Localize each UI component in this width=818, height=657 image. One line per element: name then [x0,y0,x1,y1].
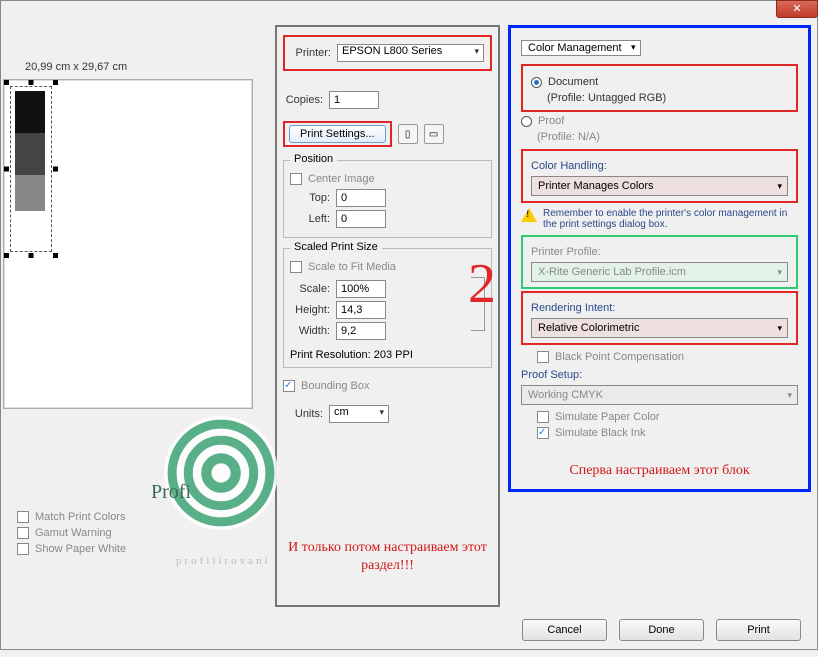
document-radio[interactable] [531,77,542,88]
annotation-right-text: Сперва настраиваем этот блок [521,463,798,479]
height-label: Height: [290,304,330,316]
units-select[interactable]: cm [329,405,389,423]
print-resolution: Print Resolution: 203 PPI [290,349,485,361]
proof-setup-select: Working CMYK [521,385,798,405]
annotation-mid-text: И только потом настраиваем этот раздел!!… [277,539,498,575]
annotation-number-2: 2 [468,252,496,316]
black-point-label: Black Point Compensation [555,351,684,363]
simulate-ink-checkbox [537,427,549,439]
proof-setup-label: Proof Setup: [521,369,798,381]
match-print-colors-checkbox[interactable] [17,511,29,523]
preview-page [10,86,52,252]
print-settings-button[interactable]: Print Settings... [289,125,386,143]
gamut-warning-label: Gamut Warning [35,527,112,539]
done-button[interactable]: Done [619,619,704,641]
print-dialog-window: ✕ 20,99 cm x 29,67 cm [0,0,818,650]
top-input[interactable] [336,189,386,207]
document-profile-label: (Profile: Untagged RGB) [547,92,788,104]
cancel-button[interactable]: Cancel [522,619,607,641]
copies-input[interactable] [329,91,379,109]
preview-handles [7,83,55,255]
top-label: Top: [290,192,330,204]
titlebar: ✕ [776,0,818,20]
rendering-intent-select[interactable]: Relative Colorimetric [531,318,788,338]
printer-profile-select: X-Rite Generic Lab Profile.icm [531,262,788,282]
color-handling-select[interactable]: Printer Manages Colors [531,176,788,196]
simulate-ink-label: Simulate Black Ink [555,427,645,439]
bounding-box-label: Bounding Box [301,380,370,392]
color-management-column: Color Management Document (Profile: Unta… [508,25,811,607]
black-point-checkbox [537,351,549,363]
show-paper-white-checkbox[interactable] [17,543,29,555]
preview-canvas[interactable] [3,79,253,409]
left-input[interactable] [336,210,386,228]
center-image-label: Center Image [308,173,375,185]
proof-radio[interactable] [521,116,532,127]
page-dimensions: 20,99 cm x 29,67 cm [25,61,267,73]
printer-label: Printer: [291,47,331,59]
units-label: Units: [283,408,323,420]
bounding-box-checkbox[interactable] [283,380,295,392]
printer-highlight: Printer: EPSON L800 Series [283,35,492,71]
scale-input[interactable] [336,280,386,298]
button-bar: Cancel Done Print [522,619,801,641]
portrait-icon[interactable]: ▯ [398,124,418,144]
copies-label: Copies: [283,94,323,106]
scale-label: Scale: [290,283,330,295]
scaled-size-fieldset: Scaled Print Size Scale to Fit Media Sca… [283,248,492,368]
color-management-select[interactable]: Color Management [521,40,641,56]
proof-profile-label: (Profile: N/A) [537,131,798,143]
printer-select[interactable]: EPSON L800 Series [337,44,484,62]
match-print-colors-label: Match Print Colors [35,511,125,523]
simulate-paper-label: Simulate Paper Color [555,411,660,423]
color-warning-text: Remember to enable the printer's color m… [543,208,798,230]
preview-column: 20,99 cm x 29,67 cm [7,25,267,607]
color-handling-label: Color Handling: [531,160,788,172]
scaled-legend: Scaled Print Size [290,241,382,253]
color-management-highlight: Color Management Document (Profile: Unta… [508,25,811,492]
warning-icon [521,208,537,222]
show-paper-white-label: Show Paper White [35,543,126,555]
print-button[interactable]: Print [716,619,801,641]
rendering-intent-highlight: Rendering Intent: Relative Colorimetric [521,291,798,345]
proof-radio-label: Proof [538,115,564,127]
printer-profile-highlight: Printer Profile: X-Rite Generic Lab Prof… [521,235,798,289]
gamut-warning-checkbox[interactable] [17,527,29,539]
height-input[interactable] [336,301,386,319]
left-label: Left: [290,213,330,225]
document-radio-label: Document [548,76,598,88]
width-input[interactable] [336,322,386,340]
close-button[interactable]: ✕ [776,0,818,18]
document-radio-highlight: Document (Profile: Untagged RGB) [521,64,798,112]
color-handling-highlight: Color Handling: Printer Manages Colors [521,149,798,203]
simulate-paper-checkbox [537,411,549,423]
scale-to-fit-checkbox[interactable] [290,261,302,273]
scale-to-fit-label: Scale to Fit Media [308,261,396,273]
preview-options: Match Print Colors Gamut Warning Show Pa… [17,507,126,559]
position-fieldset: Position Center Image Top: Left: [283,160,492,238]
width-label: Width: [290,325,330,337]
rendering-intent-label: Rendering Intent: [531,302,788,314]
printer-profile-label: Printer Profile: [531,246,788,258]
position-legend: Position [290,153,337,165]
landscape-icon[interactable]: ▭ [424,124,444,144]
main-content: 20,99 cm x 29,67 cm [7,25,811,607]
color-warning: Remember to enable the printer's color m… [521,208,798,230]
center-image-checkbox[interactable] [290,173,302,185]
print-options-column: Printer: EPSON L800 Series Copies: Print… [275,25,500,607]
